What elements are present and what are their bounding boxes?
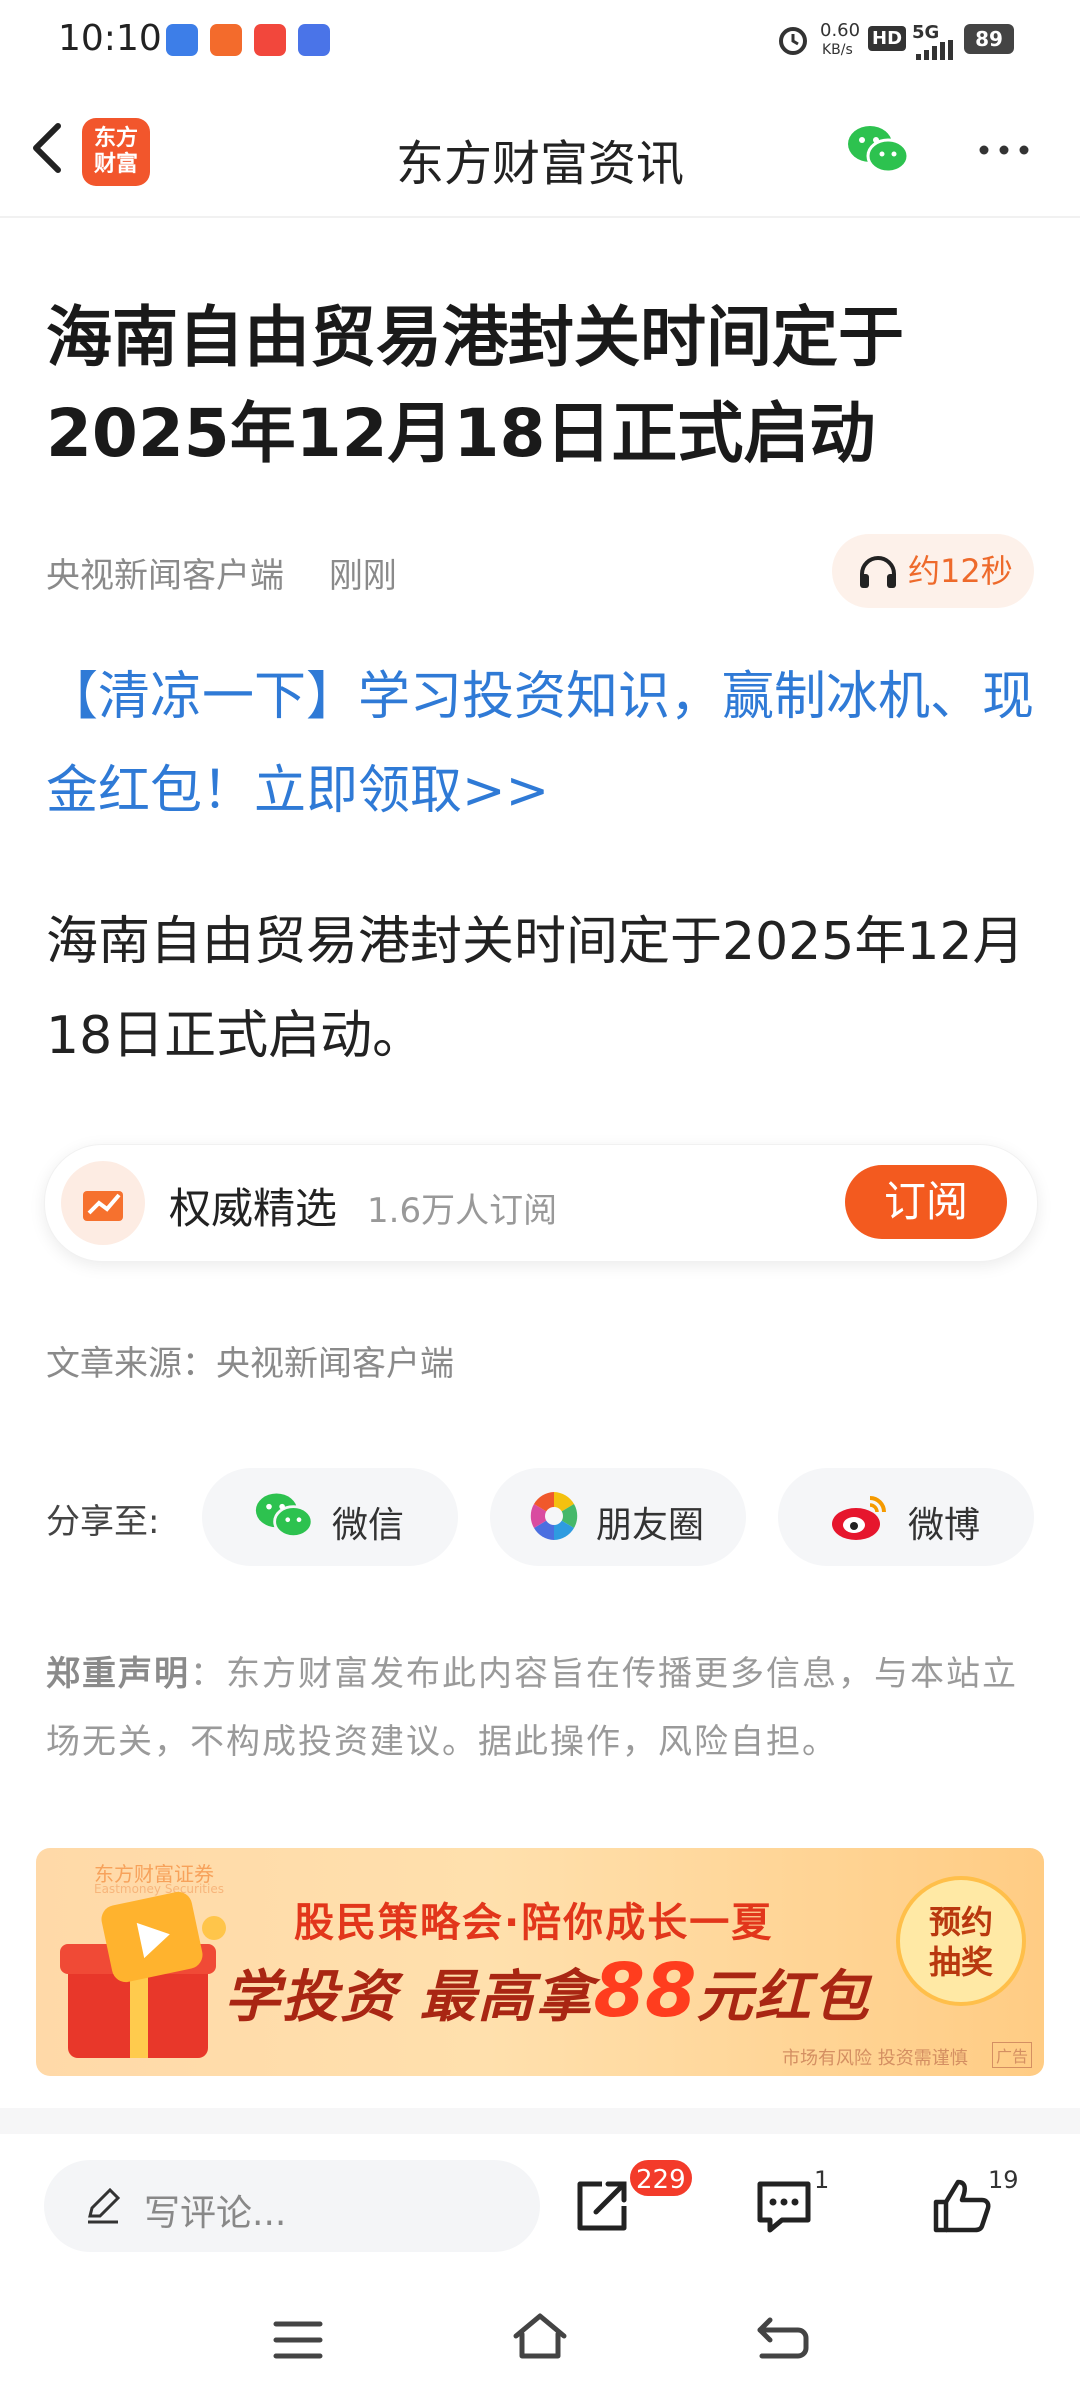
article-meta: 央视新闻客户端 刚刚 [46,548,431,597]
listen-button[interactable]: 约12秒 [832,534,1034,608]
home-icon[interactable] [510,2310,570,2362]
comment-count: 1 [814,2166,830,2194]
signal-icon [916,40,953,60]
taobao-app-icon [254,24,286,56]
banner-fine-print: 市场有风险 投资需谨慎 [782,2048,968,2069]
gift-box-icon [60,1891,226,2058]
alarm-icon [779,27,807,55]
share-label: 分享至: [46,1502,160,1542]
chart-icon [83,1191,123,1221]
hd-badge: HD [868,26,907,51]
wechat-icon [255,1493,314,1539]
share-moments-label: 朋友圈 [596,1505,705,1546]
more-options-icon[interactable] [976,138,1032,162]
browser-app-icon [298,24,330,56]
ad-tag: 广告 [992,2042,1033,2068]
banner-headline: 股民策略会·陪你成长一夏 [294,1900,774,1946]
net-speed-value: 0.60 [820,20,861,41]
net-speed-unit: KB/s [822,42,853,58]
back-nav-icon[interactable] [754,2314,810,2362]
disclaimer-text: ：东方财富发布此内容旨在传播更多信息，与本站立场无关，不构成投资建议。据此操作，… [46,1654,1018,1762]
share-wechat-button[interactable]: 微信 [202,1468,458,1566]
weibo-icon [832,1496,886,1540]
share-weibo-label: 微博 [908,1505,981,1546]
promo-link[interactable]: 【清凉一下】学习投资知识，赢制冰机、现金红包！立即领取>> [46,650,1046,838]
banner-offer: 学投资 最高拿88元红包 [224,1948,871,2034]
share-icon[interactable] [572,2176,632,2236]
battery-level: 89 [975,27,1003,51]
share-wechat-label: 微信 [332,1505,405,1546]
like-icon[interactable] [932,2176,992,2236]
like-count: 19 [988,2166,1019,2194]
article-headline: 海南自由贸易港封关时间定于2025年12月18日正式启动 [46,299,904,472]
top-nav-bar: 东方 财富 东方财富资讯 [0,80,1080,218]
article-body: 海南自由贸易港封关时间定于2025年12月18日正式启动。 [46,912,1025,1066]
share-moments-button[interactable]: 朋友圈 [490,1468,746,1566]
status-time: 10:10 [58,18,162,59]
disclaimer: 郑重声明：东方财富发布此内容旨在传播更多信息，与本站立场无关，不构成投资建议。据… [46,1640,1036,1776]
share-count-badge: 229 [628,2158,694,2198]
comment-input[interactable]: 写评论... [44,2160,540,2252]
section-divider [0,2108,1080,2134]
pencil-icon [88,2187,121,2224]
wechat-share-icon[interactable] [846,122,910,178]
system-nav-bar [0,2280,1080,2400]
comment-placeholder: 写评论... [144,2193,287,2234]
share-weibo-button[interactable]: 微博 [778,1468,1034,1566]
battery-icon: 89 [964,24,1014,54]
menu-icon[interactable] [272,2318,324,2362]
article-source-line: 文章来源：央视新闻客户端 [46,1344,454,1384]
headphones-icon [860,556,896,588]
article-source: 央视新闻客户端 [46,556,284,596]
listen-duration: 约12秒 [908,552,1013,590]
flight-app-icon [210,24,242,56]
subscribe-button[interactable]: 订阅 [845,1165,1007,1239]
stocks-app-icon [166,24,198,56]
column-name: 权威精选 [169,1184,338,1233]
subscriber-count: 1.6万人订阅 [367,1191,558,1231]
disclaimer-title: 郑重声明 [46,1654,190,1694]
subscription-card[interactable]: 权威精选 1.6万人订阅 订阅 [44,1144,1038,1262]
moments-icon [530,1492,578,1540]
status-bar: 10:10 0.60 KB/s HD 5G 89 [0,0,1080,80]
column-icon [61,1161,145,1245]
promo-banner[interactable]: 东方财富证券 Eastmoney Securities 股民策略会·陪你成长一夏… [36,1848,1044,2076]
article-time: 刚刚 [328,556,397,596]
comment-icon[interactable] [754,2176,814,2236]
page-title: 东方财富资讯 [395,136,684,192]
banner-lottery-badge[interactable]: 预约 抽奖 [896,1876,1026,2006]
